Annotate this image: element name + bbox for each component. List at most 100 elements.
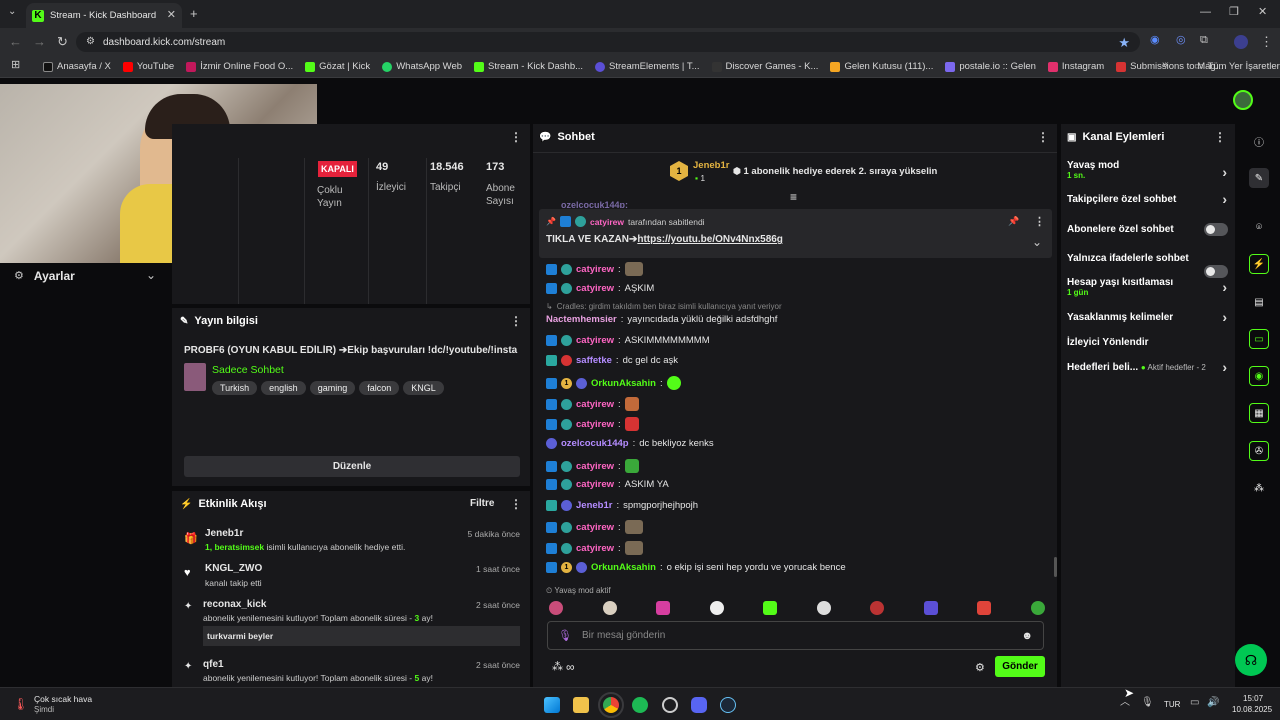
reload-icon[interactable]: ↻ <box>57 35 68 48</box>
chrome-icon[interactable] <box>598 692 624 718</box>
extensions-puzzle-icon[interactable]: ⧉ <box>1200 35 1208 46</box>
emote-icon[interactable] <box>763 601 778 615</box>
microphone-icon[interactable]: 🎙 <box>1141 698 1154 708</box>
more-options-icon[interactable]: ⋮ <box>510 314 522 328</box>
emote-icon[interactable] <box>549 601 563 615</box>
close-icon[interactable]: ✕ <box>167 10 176 21</box>
chat-scrollbar[interactable] <box>1054 557 1057 577</box>
maximize-icon[interactable]: ❐ <box>1229 7 1239 18</box>
spotify-icon[interactable] <box>632 697 648 713</box>
edit-icon[interactable]: ✎ <box>1249 168 1269 188</box>
goals-option[interactable]: Hedefleri beli... ● Aktif hedefler - 2 › <box>1067 359 1227 376</box>
document-icon[interactable]: ▤ <box>1249 292 1269 312</box>
minimize-icon[interactable]: — <box>1200 7 1211 18</box>
emote-icon[interactable] <box>923 601 938 615</box>
volume-icon[interactable]: 🔊 <box>1207 698 1219 708</box>
bookmark-item[interactable]: Instagram <box>1047 61 1104 72</box>
tag[interactable]: KNGL <box>403 381 444 395</box>
slow-mode-option[interactable]: Yavaş mod 1 sn. › <box>1067 160 1227 184</box>
dots-icon[interactable]: ⁂ <box>552 660 563 673</box>
tag[interactable]: falcon <box>359 381 400 395</box>
tag[interactable]: gaming <box>309 381 356 395</box>
send-button[interactable]: Gönder <box>995 656 1045 677</box>
pinned-link[interactable]: https://youtu.be/ONv4Nnx586g <box>637 234 783 245</box>
info-icon[interactable]: ⓘ <box>1249 131 1269 151</box>
followers-only-option[interactable]: Takipçilere özel sohbet › <box>1067 191 1227 208</box>
banned-words-option[interactable]: Yasaklanmış kelimeler › <box>1067 309 1227 326</box>
emote-icon[interactable] <box>656 601 671 615</box>
back-icon[interactable]: ← <box>9 35 22 48</box>
wrench-icon[interactable]: ✇ <box>1249 441 1269 461</box>
address-bar[interactable]: ⚙ dashboard.kick.com/stream ★ <box>76 32 1140 52</box>
profile-avatar[interactable] <box>1234 35 1248 49</box>
site-info-icon[interactable]: ⚙ <box>86 37 95 47</box>
edit-button[interactable]: Düzenle <box>184 456 520 477</box>
emote-icon[interactable] <box>977 601 992 615</box>
tab-kick-dashboard[interactable]: K Stream - Kick Dashboard ✕ <box>26 3 182 28</box>
emote-icon[interactable] <box>870 601 885 615</box>
obs-icon[interactable] <box>662 697 678 713</box>
emoji-icon[interactable]: ☻ <box>1021 630 1033 642</box>
more-options-icon[interactable]: ⋮ <box>1034 215 1045 228</box>
stack-icon[interactable]: ▦ <box>1249 403 1269 423</box>
extension-icon[interactable]: ◎ <box>1176 35 1186 46</box>
window-close-icon[interactable]: ✕ <box>1258 7 1267 18</box>
tab-search-icon[interactable]: ⌄ <box>8 7 16 17</box>
emote-icon[interactable] <box>602 601 617 615</box>
bookmark-star-icon[interactable]: ★ <box>1118 36 1130 49</box>
clock-date[interactable]: 10.08.2025 <box>1232 705 1272 714</box>
subscribers-only-toggle[interactable] <box>1204 223 1228 236</box>
tag[interactable]: Turkish <box>212 381 258 395</box>
windows-start-icon[interactable] <box>544 697 560 713</box>
filter-button[interactable]: Filtre <box>470 498 494 509</box>
more-options-icon[interactable]: ⋮ <box>510 497 522 511</box>
apps-grid-icon[interactable]: ⊞ <box>11 60 20 71</box>
support-headset-icon[interactable]: ☊ <box>1235 644 1267 676</box>
bookmark-item[interactable]: Anasayfa / X <box>43 61 111 72</box>
menu-icon[interactable]: ⋮ <box>1260 35 1273 48</box>
camera-icon[interactable]: ⌾ <box>1249 217 1269 237</box>
bookmark-item[interactable]: Gelen Kutusu (111)... <box>830 61 933 72</box>
chat-icon[interactable]: ▭ <box>1249 329 1269 349</box>
clock-time[interactable]: 15:07 <box>1243 694 1263 703</box>
discord-icon[interactable] <box>691 697 707 713</box>
chat-input[interactable]: 🎙 Bir mesaj gönderin ☻ <box>547 621 1044 650</box>
top-gifter-name[interactable]: Jeneb1r <box>693 160 729 171</box>
steam-icon[interactable] <box>720 697 736 713</box>
more-options-icon[interactable]: ⋮ <box>510 130 522 144</box>
raid-redirect-option[interactable]: İzleyici Yönlendir <box>1067 337 1227 351</box>
more-options-icon[interactable]: ⋮ <box>1214 130 1226 144</box>
scroll-collapse-icon[interactable]: ≡ <box>790 190 797 204</box>
bookmark-item[interactable]: WhatsApp Web <box>382 61 462 72</box>
bookmark-item[interactable]: İzmir Online Food O... <box>186 61 293 72</box>
apps-icon[interactable]: ⁂ <box>1249 478 1269 498</box>
chevron-down-icon[interactable]: ⌄ <box>146 269 156 281</box>
network-icon[interactable]: ▭ <box>1190 698 1199 708</box>
extension-icon[interactable]: ◉ <box>1150 35 1160 46</box>
user-avatar[interactable] <box>1233 90 1253 110</box>
bookmark-item[interactable]: StreamElements | T... <box>595 61 700 72</box>
more-bookmarks-icon[interactable]: » <box>1162 60 1168 71</box>
microphone-icon[interactable]: 🎙 <box>558 629 572 642</box>
emote-icon[interactable] <box>816 601 831 615</box>
bookmark-item[interactable]: Discover Games - K... <box>711 61 818 72</box>
account-age-option[interactable]: Hesap yaşı kısıtlaması 1 gün › <box>1067 277 1227 301</box>
forward-icon[interactable]: → <box>33 35 46 48</box>
bookmark-item[interactable]: postale.io :: Gelen <box>945 61 1036 72</box>
settings-nav-item[interactable]: ⚙ Ayarlar <box>14 269 75 283</box>
all-bookmarks-folder[interactable]: ▭ Tüm Yer İşaretleri <box>1194 61 1280 72</box>
broadcast-icon[interactable]: ◉ <box>1249 366 1269 386</box>
infinity-icon[interactable]: ∞ <box>566 660 575 674</box>
language-indicator[interactable]: TUR <box>1164 700 1180 709</box>
bookmark-item[interactable]: Stream - Kick Dashb... <box>474 61 583 72</box>
more-options-icon[interactable]: ⋮ <box>1037 130 1049 144</box>
weather-title[interactable]: Çok sıcak hava <box>34 694 92 704</box>
file-explorer-icon[interactable] <box>573 697 589 713</box>
chevron-down-icon[interactable]: ⌄ <box>1032 235 1042 249</box>
chat-username[interactable]: ozelcocuk144p: <box>561 200 628 208</box>
category-link[interactable]: Sadece Sohbet <box>212 364 284 376</box>
new-tab-icon[interactable]: + <box>190 7 198 20</box>
bookmark-item[interactable]: YouTube <box>122 61 174 72</box>
emote-icon[interactable] <box>709 601 724 615</box>
chat-settings-gear-icon[interactable]: ⚙ <box>975 661 985 674</box>
